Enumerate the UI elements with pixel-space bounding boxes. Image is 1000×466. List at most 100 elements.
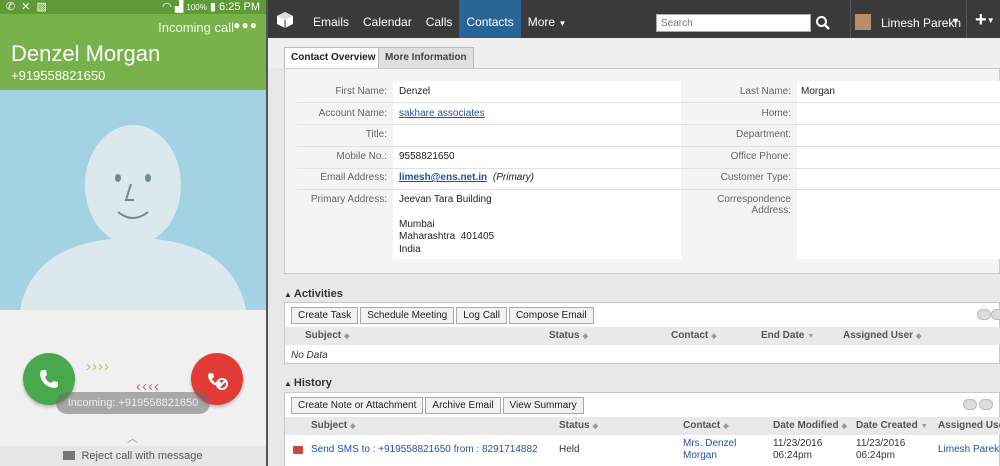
department-label: Department:	[735, 129, 791, 140]
history-col-status[interactable]: Status ◆	[559, 420, 598, 431]
office-phone-label: Office Phone:	[730, 151, 791, 162]
battery-icon: ▮	[209, 1, 216, 13]
pager-prev-icon[interactable]	[979, 399, 993, 410]
contact-avatar-icon	[0, 90, 266, 310]
row-divider	[297, 168, 1000, 169]
activities-empty-text: No Data	[291, 350, 328, 361]
history-col-subject[interactable]: Subject ◆	[311, 420, 356, 431]
address-city: Mumbai	[399, 218, 435, 230]
row-divider	[297, 189, 1000, 190]
status-bar: ✆✕▨ ◠ ▟ 100% ▮ 6:25 PM	[0, 0, 266, 14]
collapse-triangle-icon: ▲	[284, 290, 292, 299]
activities-title: Activities	[293, 288, 343, 300]
activities-section-title[interactable]: ▲ Activities	[284, 288, 343, 300]
reject-with-message-button[interactable]: Reject call with message	[0, 446, 266, 466]
email-label: Email Address:	[320, 172, 387, 183]
home-label: Home:	[761, 108, 791, 119]
sms-record-icon	[293, 446, 303, 454]
search-icon[interactable]	[814, 14, 832, 32]
quick-create-menu[interactable]: +▼	[966, 0, 1000, 38]
sort-desc-icon: ▼	[807, 333, 815, 340]
email-primary-tag: (Primary)	[492, 172, 534, 183]
nav-tab-emails[interactable]: Emails	[306, 0, 356, 38]
call-header: ✆✕▨ ◠ ▟ 100% ▮ 6:25 PM Incoming call ●●●…	[0, 0, 266, 90]
sort-icon: ◆	[344, 333, 350, 340]
row-divider	[297, 146, 1000, 147]
call-state-label: Incoming call	[158, 20, 234, 35]
history-col-date-created[interactable]: Date Created ▼	[856, 420, 928, 431]
global-search-input[interactable]	[656, 14, 811, 32]
pager-first-icon[interactable]	[977, 309, 991, 320]
contact-detail-panel: First Name: Denzel Last Name: Morgan Acc…	[284, 68, 1000, 274]
more-options-icon[interactable]: ●●●	[233, 18, 258, 32]
nav-tab-contacts[interactable]: Contacts	[459, 0, 521, 38]
compose-email-button[interactable]: Compose Email	[508, 307, 594, 324]
title-label: Title:	[365, 129, 387, 140]
contact-line1: Mrs. Denzel	[683, 438, 737, 449]
activities-panel: Create Task Schedule Meeting Log Call Co…	[284, 302, 1000, 364]
last-name-value: Morgan	[801, 86, 835, 97]
activities-col-assigned-user[interactable]: Assigned User ◆	[843, 330, 921, 341]
last-name-label: Last Name:	[739, 86, 791, 97]
history-col-contact[interactable]: Contact ◆	[683, 420, 729, 431]
nav-tab-more[interactable]: More ▼	[521, 0, 574, 38]
history-col-assigned-user[interactable]: Assigned User	[938, 420, 1000, 431]
create-note-button[interactable]: Create Note or Attachment	[291, 397, 424, 414]
history-row-subject-link[interactable]: Send SMS to : +919558821650 from : 82917…	[311, 444, 538, 455]
archive-email-button[interactable]: Archive Email	[425, 397, 501, 414]
address-line1: Jeevan Tara Building	[399, 194, 492, 205]
sort-icon: ◆	[711, 333, 717, 340]
sort-desc-icon: ▼	[920, 423, 928, 430]
activities-col-subject[interactable]: Subject ◆	[305, 330, 350, 341]
sort-icon: ◆	[582, 333, 588, 340]
reject-message-label: Reject call with message	[81, 450, 203, 462]
history-row-assigned-user-link[interactable]: Limesh Parekh	[938, 444, 1000, 455]
history-panel: Create Note or Attachment Archive Email …	[284, 392, 1000, 466]
user-avatar	[855, 14, 871, 30]
collapse-triangle-icon: ▲	[284, 379, 292, 388]
col-label: End Date	[761, 330, 805, 341]
phone-reject-icon	[208, 373, 228, 390]
primary-address-label: Primary Address:	[310, 194, 387, 205]
nav-tabs: Emails Calendar Calls Contacts More ▼	[306, 0, 573, 38]
col-label: Status	[559, 420, 590, 431]
tab-contact-overview[interactable]: Contact Overview	[284, 47, 383, 68]
tab-more-information[interactable]: More Information	[378, 47, 474, 68]
col-label: Status	[549, 330, 580, 341]
sugar-cube-logo-icon[interactable]	[276, 11, 294, 29]
mobile-label: Mobile No.:	[336, 151, 387, 162]
date-created-time: 06:24pm	[856, 450, 895, 461]
nav-tab-calendar[interactable]: Calendar	[356, 0, 419, 38]
col-label: Assigned User	[843, 330, 914, 341]
pager-first-icon[interactable]	[963, 399, 977, 410]
history-col-date-modified[interactable]: Date Modified ◆	[773, 420, 847, 431]
email-link[interactable]: limesh@ens.net.in	[399, 172, 487, 183]
mobile-value: 9558821650	[399, 151, 455, 162]
chevron-up-icon: ︿	[127, 433, 138, 445]
history-row-contact-link[interactable]: Mrs. Denzel Morgan	[683, 438, 736, 462]
user-menu[interactable]: Limesh Parekh ▼	[850, 0, 961, 38]
caller-number: +919558821650	[11, 68, 106, 83]
history-row-date-modified: 11/23/2016 06:24pm	[773, 438, 822, 462]
account-name-link[interactable]: sakhare associates	[399, 108, 485, 119]
col-label: Contact	[683, 420, 721, 431]
date-modified-time: 06:24pm	[773, 450, 812, 461]
col-label: Date Created	[856, 420, 918, 431]
activities-col-contact[interactable]: Contact ◆	[671, 330, 717, 341]
schedule-meeting-button[interactable]: Schedule Meeting	[360, 307, 455, 324]
history-section-title[interactable]: ▲ History	[284, 377, 332, 389]
date-created-date: 11/23/2016	[856, 438, 906, 449]
view-summary-button[interactable]: View Summary	[502, 397, 584, 414]
activities-col-end-date[interactable]: End Date ▼	[761, 330, 814, 341]
create-task-button[interactable]: Create Task	[291, 307, 359, 324]
history-title: History	[293, 377, 332, 389]
email-value: limesh@ens.net.in (Primary)	[399, 172, 534, 183]
caller-name: Denzel Morgan	[11, 41, 161, 66]
activities-col-status[interactable]: Status ◆	[549, 330, 588, 341]
nav-tab-calls[interactable]: Calls	[419, 0, 460, 38]
log-call-button[interactable]: Log Call	[456, 307, 507, 324]
pager-prev-icon[interactable]	[991, 309, 1000, 320]
phone-answer-icon	[40, 370, 58, 388]
status-time: 6:25 PM	[219, 1, 260, 13]
correspondence-address-label: Correspondence Address:	[717, 194, 791, 216]
